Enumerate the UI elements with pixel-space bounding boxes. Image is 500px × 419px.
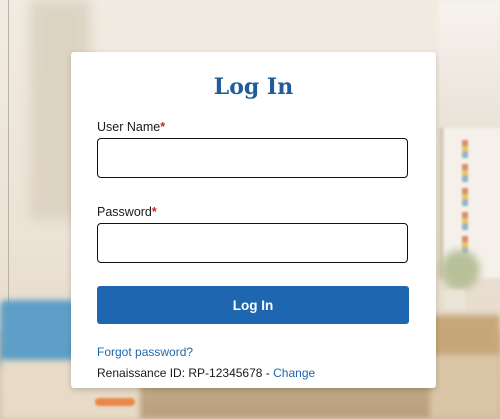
username-label: User Name* — [97, 120, 165, 134]
password-label-text: Password — [97, 205, 152, 219]
password-required-marker: * — [151, 205, 157, 219]
login-button[interactable]: Log In — [97, 286, 409, 324]
password-input[interactable] — [97, 223, 408, 263]
renaissance-id-prefix: Renaissance ID: — [97, 366, 189, 380]
background-plant — [440, 250, 480, 290]
background-board-decoration — [462, 140, 468, 260]
renaissance-id-line: Renaissance ID: RP-12345678 - Change — [97, 366, 315, 380]
change-link[interactable]: Change — [273, 366, 315, 380]
username-required-marker: * — [160, 120, 166, 134]
background-plant-pot — [444, 290, 466, 310]
background-desk-right — [430, 355, 500, 419]
renaissance-id-value: RP-12345678 — [188, 366, 263, 380]
username-input[interactable] — [97, 138, 408, 178]
username-label-text: User Name — [97, 120, 161, 134]
login-card: Log In User Name* Password* Log In Forgo… — [71, 52, 436, 388]
background-marker — [95, 398, 135, 406]
background-window — [438, 0, 500, 130]
renaissance-id-separator: - — [262, 366, 274, 380]
login-title: Log In — [213, 74, 294, 100]
forgot-password-link[interactable]: Forgot password? — [97, 345, 193, 359]
password-label: Password* — [97, 205, 157, 219]
